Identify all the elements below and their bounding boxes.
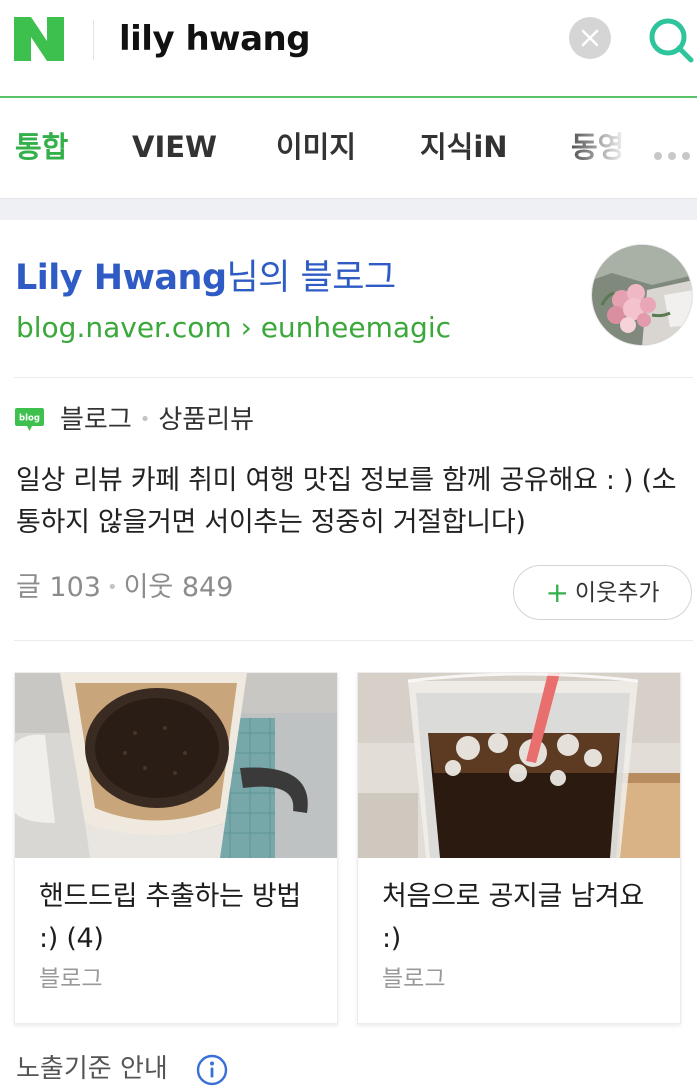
blog-badge-text: blog [19, 414, 40, 424]
clear-search-button[interactable] [569, 17, 611, 59]
blog-url[interactable]: blog.naver.com › eunheemagic [16, 309, 451, 347]
separator-dot: • [106, 577, 118, 598]
iced-coffee-icon [358, 673, 680, 858]
search-tabs: 통합 VIEW 이미지 지식iN 동영 [0, 100, 697, 198]
post-count: 글 103 [16, 572, 101, 603]
stats-divider [14, 640, 693, 641]
search-icon[interactable] [645, 14, 697, 64]
post-thumbnail [15, 673, 337, 858]
post-card[interactable]: 처음으로 공지글 남겨요 :) 블로그 [357, 672, 681, 1024]
close-icon [581, 29, 599, 47]
tab-view[interactable]: VIEW [132, 127, 217, 167]
avatar[interactable] [591, 244, 693, 346]
section-gap [0, 198, 697, 220]
plus-icon: + [545, 576, 569, 609]
post-thumbnail [358, 673, 680, 858]
add-neighbor-label: 이웃추가 [574, 580, 660, 606]
post-title[interactable]: 핸드드립 추출하는 방법 :) (4) [39, 876, 324, 960]
tab-knowledge-in[interactable]: 지식iN [420, 127, 508, 167]
post-title[interactable]: 처음으로 공지글 남겨요 :) [382, 876, 667, 960]
blog-subcategory: 상품리뷰 [158, 405, 255, 435]
flower-bouquet-icon [592, 245, 692, 345]
post-source: 블로그 [382, 966, 446, 992]
exposure-criteria-link[interactable]: 노출기준 안내 [16, 1050, 168, 1088]
search-bar: lily hwang [0, 0, 697, 98]
blog-category: 블로그 [60, 405, 132, 435]
profile-divider [14, 377, 693, 378]
blog-stats: 글 103 • 이웃 849 [16, 570, 233, 606]
neighbor-count: 이웃 849 [123, 572, 234, 603]
tab-integrated[interactable]: 통합 [15, 127, 68, 167]
search-divider [93, 20, 94, 60]
tab-images[interactable]: 이미지 [276, 127, 356, 167]
more-tabs-icon[interactable] [654, 145, 696, 164]
blog-categories: 블로그 • 상품리뷰 [60, 403, 254, 437]
post-source: 블로그 [39, 966, 103, 992]
blogger-name: Lily Hwang [15, 258, 227, 298]
naver-logo[interactable] [14, 17, 64, 61]
hand-drip-coffee-icon [15, 673, 337, 858]
post-card[interactable]: 핸드드립 추출하는 방법 :) (4) 블로그 [14, 672, 338, 1024]
separator-dot: • [139, 409, 151, 430]
blog-description: 일상 리뷰 카페 취미 여행 맛집 정보를 함께 공유해요 : ) (소통하지 … [16, 465, 677, 538]
blog-title-suffix: 님의 블로그 [226, 258, 397, 298]
info-icon[interactable] [196, 1054, 228, 1086]
blog-badge-icon: blog [15, 408, 44, 431]
add-neighbor-button[interactable]: + 이웃추가 [513, 565, 692, 620]
blog-title-link[interactable]: Lily Hwang님의 블로그 [15, 255, 396, 301]
search-query[interactable]: lily hwang [119, 17, 311, 61]
